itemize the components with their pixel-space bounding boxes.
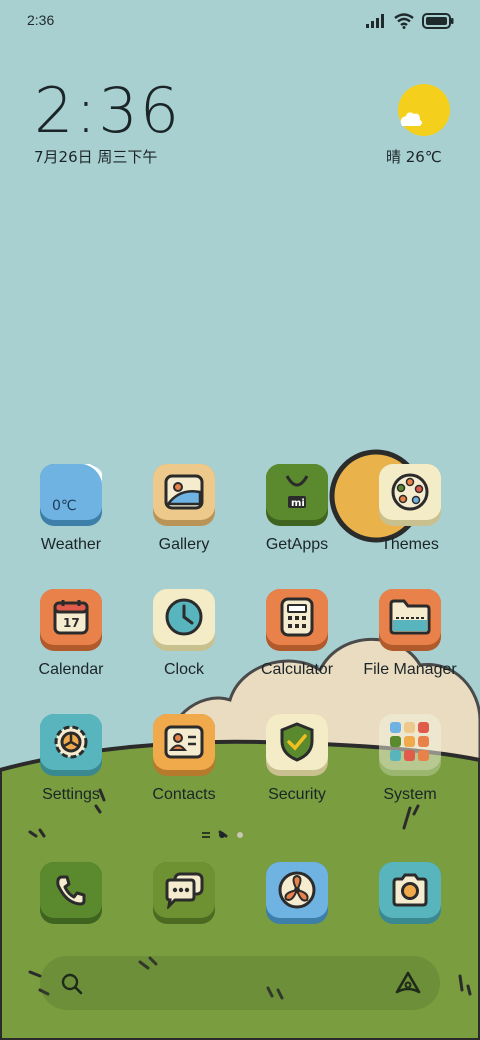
status-time: 2:36 [27,12,55,28]
app-label-weather: Weather [40,536,102,553]
app-label-settings: Settings [42,786,100,803]
dock-messages[interactable] [129,862,239,962]
folder-icon [379,589,441,645]
folder-grid-icon [379,714,441,770]
contact-card-icon [153,714,215,770]
weather-icon-temp: 0℃ [52,498,77,514]
dock-camera[interactable] [355,862,465,962]
dock-phone[interactable] [16,862,126,962]
app-settings[interactable]: Settings [16,714,126,814]
calculator-icon [266,589,328,645]
app-calculator[interactable]: Calculator [242,589,352,689]
dock-browser[interactable] [242,862,352,962]
clock-icon [153,589,215,645]
status-icons [366,12,454,30]
weather-icon: 0℃ [40,464,102,520]
search-bar[interactable] [40,956,440,1010]
app-file-manager[interactable]: File Manager [355,589,465,689]
app-label-calendar: Calendar [38,661,104,678]
clock-widget[interactable]: 2:36 7月26日 周三下午 [34,78,254,178]
gallery-icon [153,464,215,520]
wifi-icon [394,13,414,29]
app-system-folder[interactable]: System [355,714,465,814]
fan-browser-icon [266,862,328,918]
battery-icon [422,13,454,29]
gear-icon [40,714,102,770]
status-bar: 2:36 [0,0,480,44]
app-label-file-manager: File Manager [363,661,457,678]
assistant-icon[interactable] [394,970,422,996]
themes-palette-icon [379,464,441,520]
app-security[interactable]: Security [242,714,352,814]
app-clock[interactable]: Clock [129,589,239,689]
app-label-themes: Themes [381,536,439,553]
getapps-badge: mi [291,498,305,509]
getapps-bag-icon: mi [266,464,328,520]
signal-icon [366,14,384,28]
app-label-contacts: Contacts [152,786,216,803]
app-weather[interactable]: 0℃ Weather [16,464,126,564]
weather-widget[interactable]: 晴 26℃ [380,82,460,172]
app-getapps[interactable]: mi GetApps [242,464,352,564]
app-label-security: Security [268,786,326,803]
app-label-gallery: Gallery [158,536,210,553]
phone-icon [40,862,102,918]
calendar-day: 17 [63,616,80,630]
shield-check-icon [266,714,328,770]
sun-cloud-icon [398,84,450,136]
page-indicator[interactable] [200,828,280,842]
app-label-getapps: GetApps [265,536,329,553]
weather-text: 晴 26℃ [386,148,442,166]
app-contacts[interactable]: Contacts [129,714,239,814]
calendar-icon: 17 [40,589,102,645]
app-label-system: System [383,786,437,803]
camera-icon [379,862,441,918]
search-icon[interactable] [60,972,84,996]
app-themes[interactable]: Themes [355,464,465,564]
app-label-calculator: Calculator [260,661,334,678]
app-calendar[interactable]: 17 Calendar [16,589,126,689]
clock-date: 7月26日 周三下午 [34,148,158,166]
message-bubbles-icon [153,862,215,918]
clock-time: 2:36 [34,74,182,147]
app-label-clock: Clock [163,661,204,678]
app-gallery[interactable]: Gallery [129,464,239,564]
